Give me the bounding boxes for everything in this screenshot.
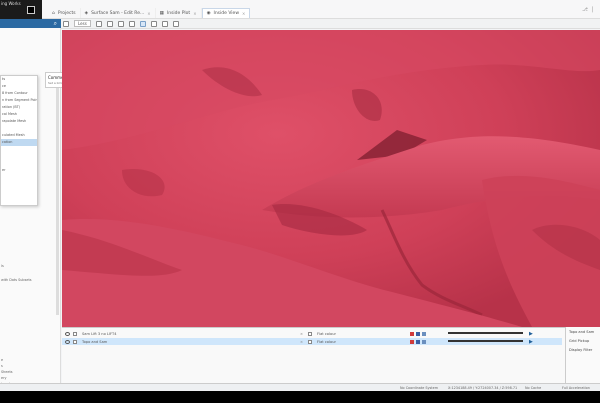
play-icon[interactable]: ▶ [529,339,533,345]
window-controls[interactable]: ⎇ │ [582,7,594,13]
menu-item[interactable]: ce [1,83,37,90]
draw-icon[interactable] [161,20,168,27]
layer-color-mode[interactable]: Flat colour [317,332,336,336]
tab-bar: ⌂ Projects ◈ Surface Sam - Edit Re... × … [48,8,251,18]
eye-icon[interactable] [65,339,70,344]
eye-icon[interactable] [65,331,70,336]
tab-inside-view[interactable]: ◉ Inside View × [201,8,251,18]
opacity-slider[interactable] [448,332,523,334]
menu-item[interactable] [1,146,37,153]
tab-label: Surface Sam - Edit Re... [91,10,145,16]
sidebar-text[interactable]: with Dats Subsets [1,278,32,282]
sidebar-text: ls [1,264,4,268]
search-bar[interactable]: ⌕ [0,19,61,28]
menu-item[interactable]: er [1,167,37,174]
application-window: ing Works ⌂ Projects ◈ Surface Sam - Edi… [0,0,600,403]
sidebar-text[interactable]: s [1,364,3,368]
title-bar: ing Works ⌂ Projects ◈ Surface Sam - Edi… [0,0,600,19]
section-icon[interactable] [172,20,179,27]
layer-row[interactable]: Sam Lift 3 no LIFT4 × Flat colour ▶ [62,330,562,337]
close-icon[interactable]: × [193,11,196,16]
window-title-area: ing Works [0,0,42,19]
menu-item[interactable]: cal Mesh [1,111,37,118]
layer-checkbox[interactable] [73,339,77,344]
sidebar-text[interactable]: Sheets [1,370,13,374]
tab-surface[interactable]: ◈ Surface Sam - Edit Re... × [81,8,156,18]
property-label: Display Filter [569,348,593,352]
sidebar-scrollbar[interactable] [56,79,59,315]
menu-item[interactable]: ts [1,76,37,83]
properties-title: Topo and Sam [569,330,595,334]
fit-icon[interactable] [128,20,135,27]
status-coordinate-system[interactable]: No Coordinate System [400,386,438,390]
view-mode-icon[interactable] [63,20,69,27]
color-swatch[interactable] [416,331,420,336]
zoom-icon[interactable] [117,20,124,27]
layer-color-mode[interactable]: Flat colour [317,340,336,344]
context-menu: ts ce 8 from Contour n from Segment Poin… [0,75,38,206]
opacity-slider[interactable] [448,340,523,342]
menu-item[interactable] [1,125,37,132]
status-acceleration[interactable]: Full Acceleration [562,386,590,390]
tab-label: Projects [57,10,76,16]
layer-name: Topo and Sam [82,339,108,344]
measure-icon[interactable] [150,20,157,27]
plot-icon: ▦ [159,10,164,16]
close-icon[interactable]: × [242,11,245,16]
tab-label: Inside View [213,11,240,16]
tab-projects[interactable]: ⌂ Projects [48,8,81,18]
3d-viewport[interactable] [62,30,600,327]
close-icon[interactable]: × [300,340,303,344]
menu-item-highlighted[interactable]: cation [1,139,37,146]
color-swatch[interactable] [422,331,426,336]
menu-item[interactable]: ration (BT) [1,104,37,111]
tab-label: Inside Plot [166,10,191,16]
rotate-icon[interactable] [95,20,102,27]
window-button[interactable] [27,6,35,14]
search-icon[interactable]: ⌕ [54,20,57,28]
color-mode-checkbox[interactable] [308,331,312,336]
window-title: ing Works [1,1,21,6]
property-label: Grid Pickup [569,339,590,343]
status-bar: No Coordinate System X:1234188.49 / Y:27… [0,383,600,391]
status-cache[interactable]: No Cache [525,386,541,390]
sidebar-text[interactable]: ery [1,376,7,380]
color-swatch[interactable] [416,339,420,344]
close-icon[interactable]: × [147,11,150,16]
pan-icon[interactable] [106,20,113,27]
sidebar-text[interactable]: e [1,358,3,362]
layer-checkbox[interactable] [73,331,77,336]
view-icon: ◉ [206,11,211,16]
menu-item[interactable] [1,160,37,167]
status-coordinates: X:1234188.49 / Y:2724007.34 / Z:598.71 [448,386,518,390]
play-icon[interactable]: ▶ [529,331,533,337]
color-mode-checkbox[interactable] [308,339,312,344]
select-icon[interactable] [139,20,146,27]
menu-item[interactable]: rapolate Mesh [1,118,37,125]
view-toolbar: Less [61,19,600,29]
properties-panel: Topo and Sam Grid Pickup Display Filter [565,327,600,383]
home-icon: ⌂ [52,10,55,16]
color-swatch[interactable] [410,339,414,344]
view-select[interactable]: Less [74,20,91,27]
tab-inside-plot[interactable]: ▦ Inside Plot × [156,8,202,18]
close-icon[interactable]: × [300,332,303,336]
layer-row-selected[interactable]: Topo and Sam × Flat colour ▶ [62,338,562,345]
layer-name: Sam Lift 3 no LIFT4 [82,331,117,336]
menu-item[interactable]: n from Segment Point [1,97,37,104]
layers-panel: Sam Lift 3 no LIFT4 × Flat colour ▶ Topo… [62,327,600,383]
surface-render [62,30,600,327]
black-border [0,391,600,403]
surface-icon: ◈ [84,10,89,16]
menu-item[interactable]: culated Mesh [1,132,37,139]
color-swatch[interactable] [410,331,414,336]
color-swatch[interactable] [422,339,426,344]
menu-item[interactable] [1,153,37,160]
menu-item[interactable]: 8 from Contour [1,90,37,97]
